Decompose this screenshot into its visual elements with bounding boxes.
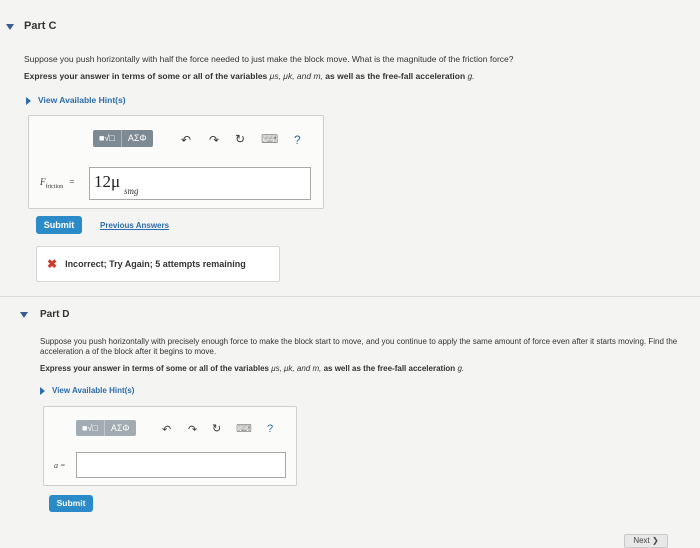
answer-label: a = [54, 461, 66, 470]
view-hints-link[interactable]: View Available Hint(s) [26, 95, 126, 105]
reset-icon[interactable]: ↻ [212, 422, 221, 435]
next-button[interactable]: Next ❯ [624, 534, 668, 548]
keyboard-icon[interactable]: ⌨ [236, 422, 252, 435]
part-d-question: Suppose you push horizontally with preci… [40, 337, 678, 356]
submit-button[interactable]: Submit [36, 216, 82, 234]
help-icon[interactable]: ? [267, 423, 273, 435]
symbols-button[interactable]: ΑΣΦ [122, 130, 153, 147]
view-hints-link[interactable]: View Available Hint(s) [40, 386, 134, 395]
part-c-instruction: Express your answer in terms of some or … [24, 71, 475, 81]
math-toolbar-group: ■√□ ΑΣΦ [76, 420, 136, 436]
answer-panel: ■√□ ΑΣΦ ↶ ↷ ↻ ⌨ ? Ffriction = 12μ smg [28, 115, 324, 209]
expand-triangle-icon [26, 96, 31, 105]
reset-icon[interactable]: ↻ [235, 132, 245, 146]
feedback-text: Incorrect; Try Again; 5 attempts remaini… [65, 259, 246, 269]
part-d-title: Part D [40, 309, 70, 320]
acceleration-answer-input[interactable] [76, 452, 286, 478]
submit-button[interactable]: Submit [49, 495, 93, 512]
answer-label: Ffriction = [40, 177, 75, 190]
part-c-question: Suppose you push horizontally with half … [24, 54, 514, 64]
keyboard-icon[interactable]: ⌨ [261, 132, 278, 146]
part-c-title: Part C [24, 20, 57, 32]
expand-triangle-icon [40, 386, 45, 395]
error-icon: ✖ [47, 257, 58, 271]
templates-button[interactable]: ■√□ [76, 420, 104, 436]
friction-answer-input[interactable]: 12μ smg [89, 167, 311, 200]
undo-icon[interactable]: ↶ [181, 133, 191, 147]
answer-panel: ■√□ ΑΣΦ ↶ ↷ ↻ ⌨ ? a = [43, 406, 297, 486]
divider [0, 296, 700, 297]
feedback-alert: ✖ Incorrect; Try Again; 5 attempts remai… [36, 246, 280, 282]
redo-icon[interactable]: ↷ [188, 423, 197, 436]
math-toolbar-group: ■√□ ΑΣΦ [93, 130, 153, 147]
symbols-button[interactable]: ΑΣΦ [105, 420, 136, 436]
undo-icon[interactable]: ↶ [162, 423, 171, 436]
redo-icon[interactable]: ↷ [209, 133, 219, 147]
previous-answers-link[interactable]: Previous Answers [100, 221, 169, 230]
collapse-caret-icon[interactable] [20, 312, 28, 318]
templates-button[interactable]: ■√□ [93, 130, 121, 147]
collapse-caret-icon[interactable] [6, 24, 14, 30]
help-icon[interactable]: ? [294, 133, 301, 147]
part-d-instruction: Express your answer in terms of some or … [40, 364, 465, 373]
